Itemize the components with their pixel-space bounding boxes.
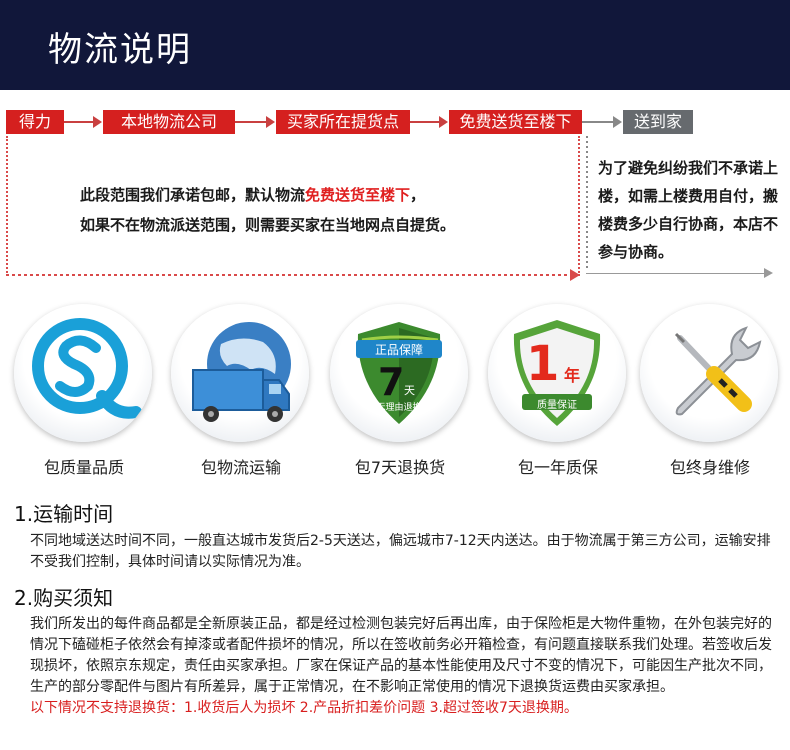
shield-7-day-icon: 正品保障 7 天 无理由退换 [330, 304, 468, 442]
purchase-body: 我们所发出的每件商品都是全新原装正品，都是经过检测包装完好后再出库，由于保险柜是… [30, 614, 780, 719]
badge-top-text: 正品保障 [374, 343, 423, 357]
range-arrow-line [6, 274, 570, 276]
flow-step-home: 送到家 [623, 110, 693, 134]
delivery-flow: 得力 本地物流公司 买家所在提货点 免费送货至楼下 送到家 [0, 110, 790, 136]
badge-unit: 年 [564, 366, 581, 385]
feature-logistics: 包物流运输 [171, 304, 311, 478]
flow-arrow [582, 116, 622, 128]
return-exceptions-notice: 以下情况不支持退换货：1.收货后人为损坏 2.产品折扣差价问题 3.超过签收7天… [30, 700, 578, 716]
badge-sub-text: 无理由退换 [376, 403, 422, 413]
upstairs-arrow-head [764, 268, 773, 278]
feature-lifetime-repair: 包终身维修 [640, 304, 780, 478]
range-note-comma: ， [410, 186, 426, 204]
flow-arrow [410, 116, 448, 128]
flow-arrow [235, 116, 275, 128]
globe-truck-icon [171, 304, 309, 442]
quality-q-logo-icon [14, 304, 152, 442]
purchase-text: 我们所发出的每件商品都是全新原装正品，都是经过检测包装完好后再出库，由于保险柜是… [30, 616, 772, 695]
upstairs-divider [586, 136, 588, 270]
feature-label: 包终身维修 [669, 458, 750, 477]
shipping-title: 1.运输时间 [14, 502, 114, 526]
range-note-text: 此段范围我们承诺包邮，默认物流 [80, 186, 306, 204]
flow-step-pickup-point: 买家所在提货点 [276, 110, 410, 134]
flow-step-deli: 得力 [6, 110, 64, 134]
shield-1-year-icon: 1 年 质量保证 [488, 304, 626, 442]
shipping-body: 不同地域送达时间不同，一般直达城市发货后2-5天送达，偏远城市7-12天内送达。… [30, 533, 771, 570]
range-note-line2: 如果不在物流派送范围，则需要买家在当地网点自提货。 [80, 216, 456, 234]
feature-label: 包7天退换货 [354, 458, 446, 477]
feature-7-day-return: 正品保障 7 天 无理由退换 包7天退换货 [330, 304, 470, 478]
range-note-highlight: 免费送货至楼下 [305, 186, 411, 204]
flow-step-free-downstairs: 免费送货至楼下 [449, 110, 582, 134]
feature-label: 包一年质保 [517, 458, 598, 477]
badge-sub-text: 质量保证 [537, 400, 577, 411]
badge-unit: 天 [404, 384, 415, 397]
upstairs-arrow-line [586, 273, 768, 274]
badge-number: 7 [378, 360, 405, 404]
wrench-screwdriver-icon [640, 304, 778, 442]
feature-label: 包质量品质 [43, 458, 124, 477]
range-note: 此段范围我们承诺包邮，默认物流免费送货至楼下， 如果不在物流派送范围，则需要买家… [80, 180, 570, 240]
feature-label: 包物流运输 [200, 458, 281, 477]
page-header: 物流说明 [0, 0, 790, 90]
page-title: 物流说明 [48, 30, 192, 70]
range-arrow-head [570, 269, 580, 281]
upstairs-note: 为了避免纠纷我们不承诺上楼，如需上楼费用自付，搬楼费多少自行协商，本店不参与协商… [598, 159, 779, 261]
flow-arrow [64, 116, 102, 128]
feature-1-year-warranty: 1 年 质量保证 包一年质保 [488, 304, 628, 478]
purchase-title: 2.购买须知 [14, 586, 114, 610]
feature-quality: 包质量品质 [14, 304, 154, 478]
flow-step-local-logistics: 本地物流公司 [103, 110, 235, 134]
badge-number: 1 [526, 336, 560, 392]
